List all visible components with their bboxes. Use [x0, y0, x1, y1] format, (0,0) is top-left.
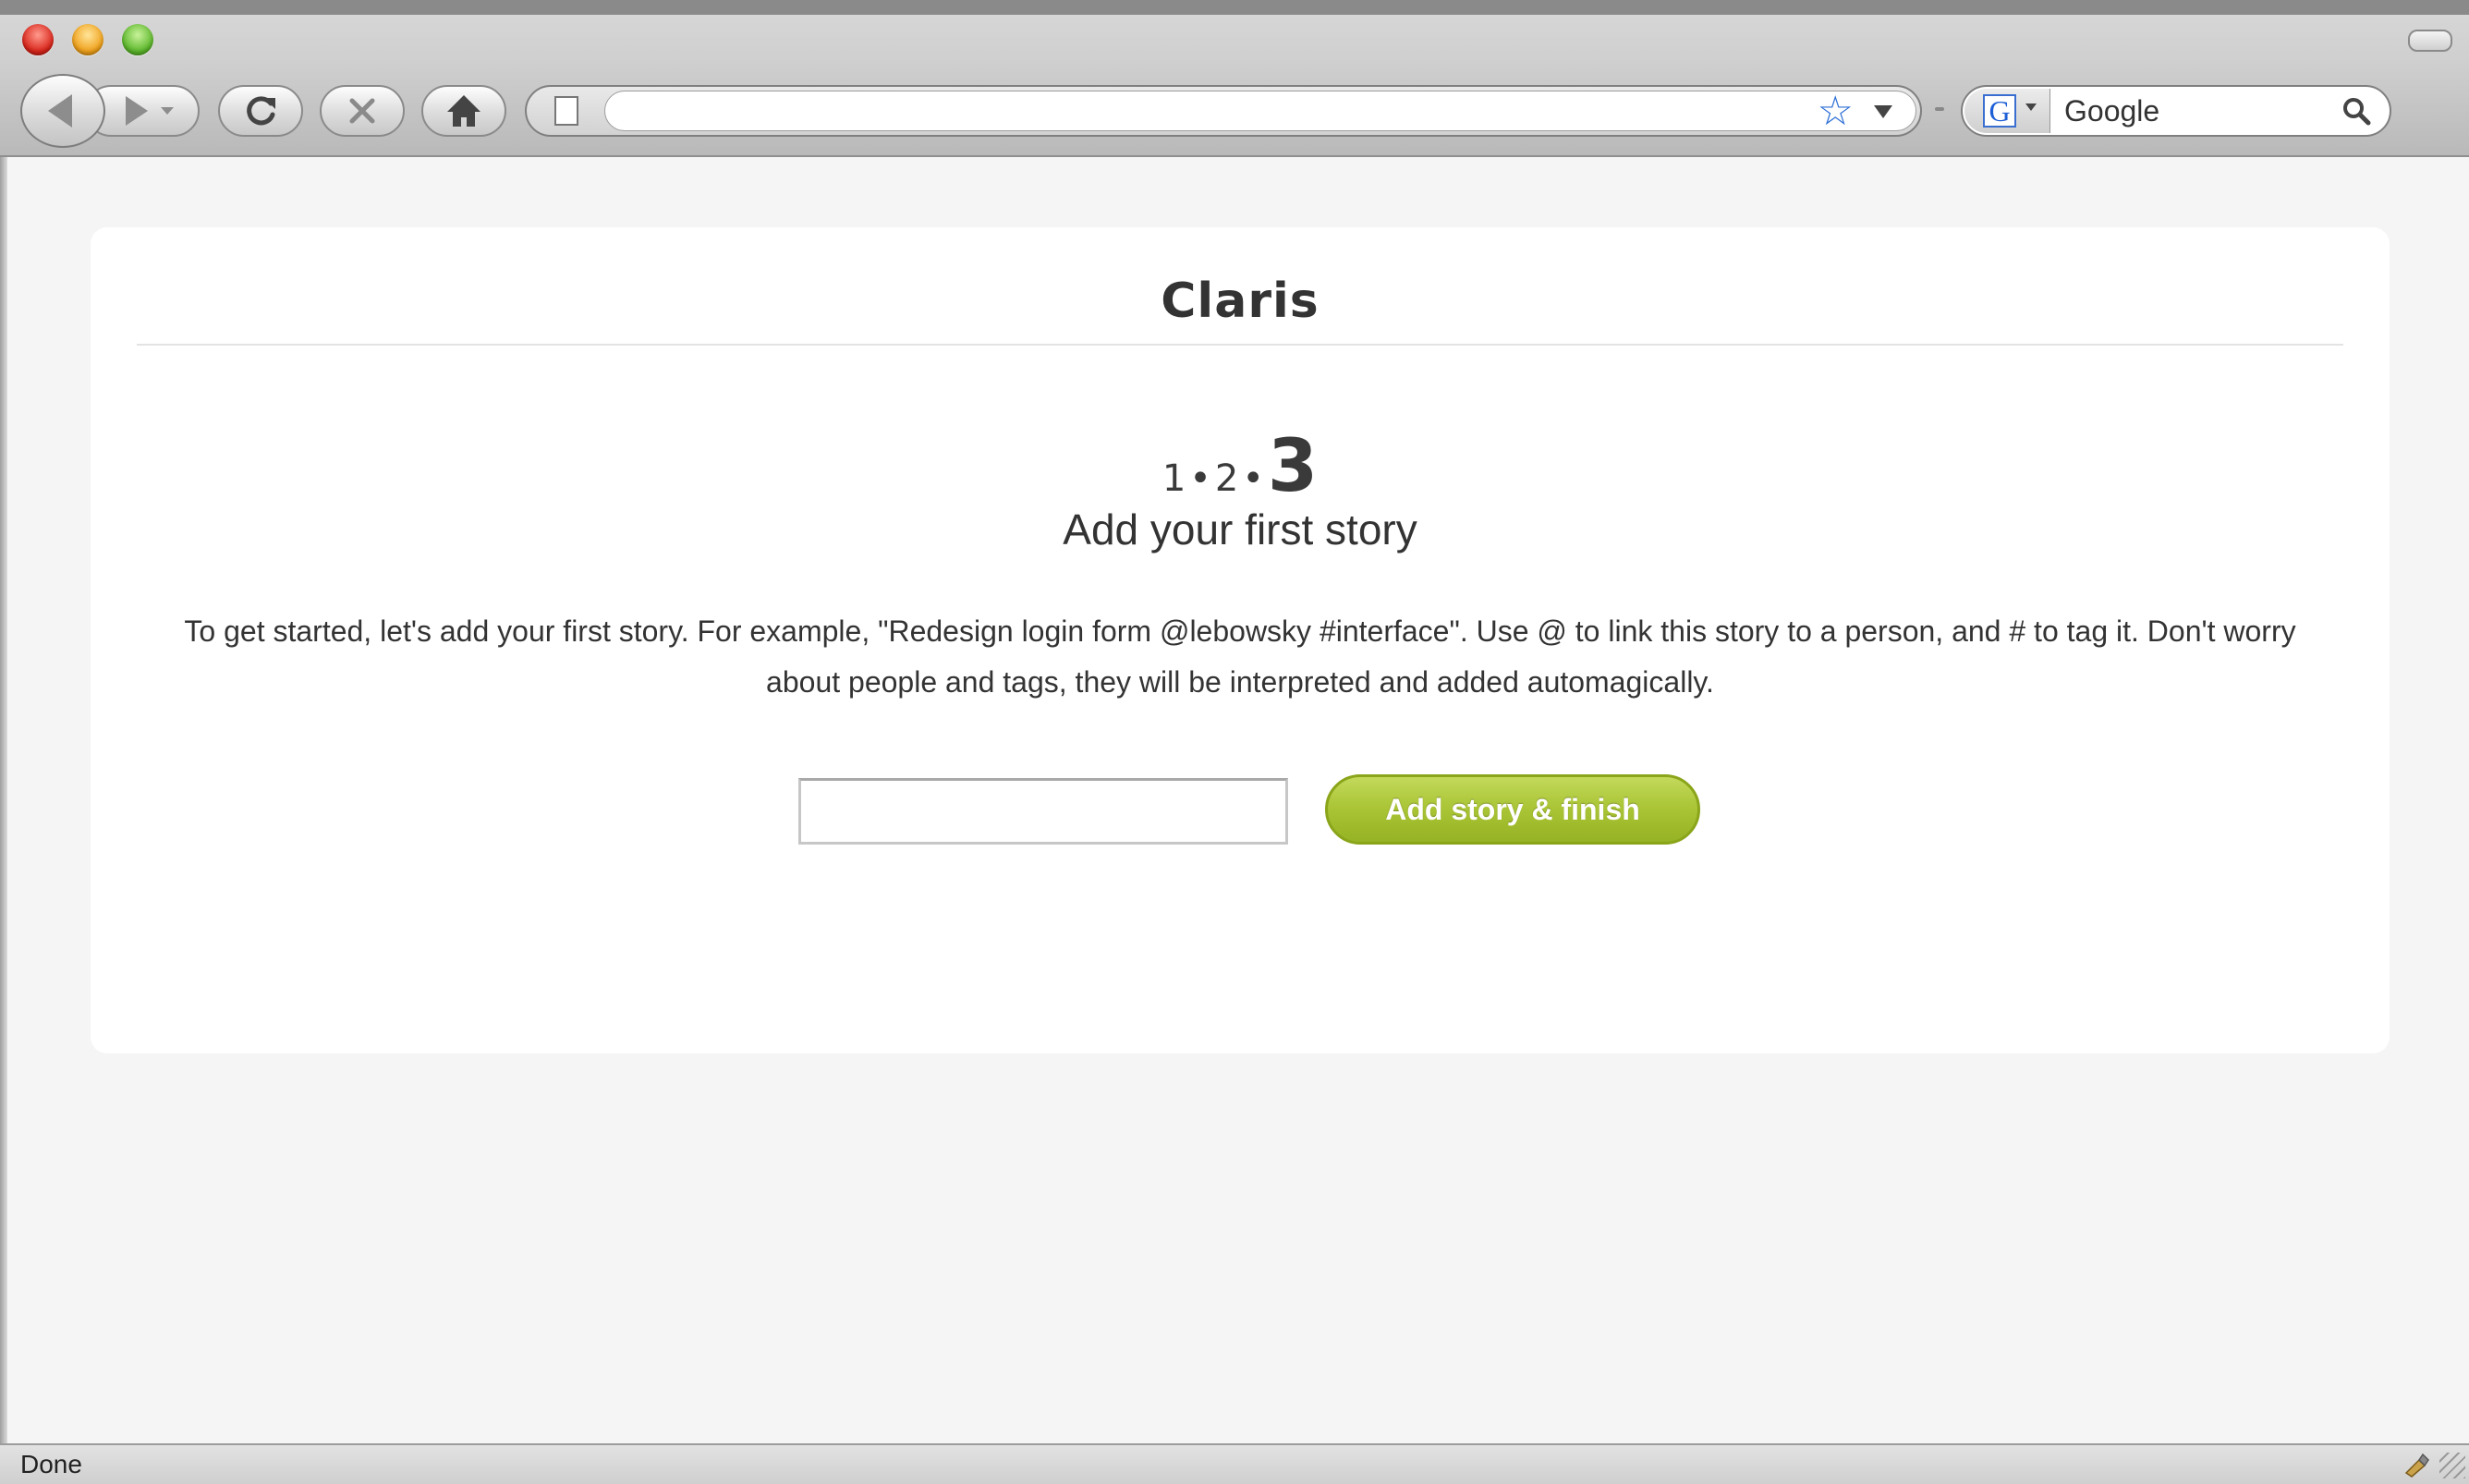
header-divider	[137, 344, 2343, 346]
magnifier-icon[interactable]	[2341, 96, 2371, 126]
url-bar[interactable]: ☆	[525, 85, 1922, 137]
story-input[interactable]	[798, 778, 1288, 845]
url-input[interactable]	[604, 91, 1916, 131]
toolbar-separator	[1935, 107, 1944, 111]
window-left-edge	[0, 157, 7, 1443]
home-button[interactable]	[421, 85, 506, 137]
search-input[interactable]: Google	[2064, 87, 2159, 135]
addon-icon[interactable]	[2402, 1451, 2432, 1478]
reload-icon	[247, 96, 275, 126]
stop-icon	[349, 98, 375, 124]
zoom-window-button[interactable]	[122, 24, 153, 55]
step-2: 2	[1214, 457, 1239, 500]
stop-button[interactable]	[320, 85, 405, 137]
search-bar[interactable]: G Google	[1961, 85, 2391, 137]
status-bar: Done	[0, 1443, 2469, 1484]
google-logo-icon: G	[1983, 94, 2016, 128]
status-text: Done	[20, 1450, 82, 1478]
back-arrow-icon	[48, 94, 72, 128]
step-3-current: 3	[1267, 425, 1319, 508]
reload-button[interactable]	[218, 85, 303, 137]
browser-toolbar: ☆ G Google	[0, 0, 2469, 157]
page-viewport: Claris 1 • 2 •3 Add your first story To get…	[7, 157, 2469, 1443]
instructions-text: To get started, let's add your first sto…	[184, 614, 2296, 699]
step-separator: •	[1189, 457, 1211, 500]
add-story-finish-button[interactable]: Add story & finish	[1325, 774, 1700, 845]
page-icon	[554, 96, 578, 126]
step-separator: •	[1242, 457, 1264, 500]
step-indicator: 1 • 2 •3	[91, 425, 2390, 508]
back-button[interactable]	[20, 74, 105, 148]
forward-arrow-icon	[126, 96, 148, 126]
onboarding-panel: Claris 1 • 2 •3 Add your first story To get…	[91, 227, 2390, 1053]
step-title: Add your first story	[1063, 505, 1417, 553]
search-engine-selector[interactable]: G	[1964, 89, 2050, 133]
url-dropdown-icon[interactable]	[1874, 105, 1892, 118]
close-window-button[interactable]	[22, 24, 54, 55]
toolbar-toggle-button[interactable]	[2408, 30, 2452, 52]
history-dropdown-icon[interactable]	[161, 107, 174, 115]
browser-window: ☆ G Google Claris 1 • 2 •3 Add your firs…	[0, 0, 2469, 1484]
step-1: 1	[1162, 457, 1186, 500]
app-brand-title: Claris	[1161, 274, 1320, 329]
window-top-edge	[0, 0, 2469, 15]
resize-grip[interactable]	[2439, 1453, 2465, 1478]
minimize-window-button[interactable]	[72, 24, 103, 55]
engine-dropdown-icon	[2025, 103, 2037, 111]
home-icon	[447, 95, 480, 127]
bookmark-star-icon[interactable]: ☆	[1818, 89, 1854, 135]
